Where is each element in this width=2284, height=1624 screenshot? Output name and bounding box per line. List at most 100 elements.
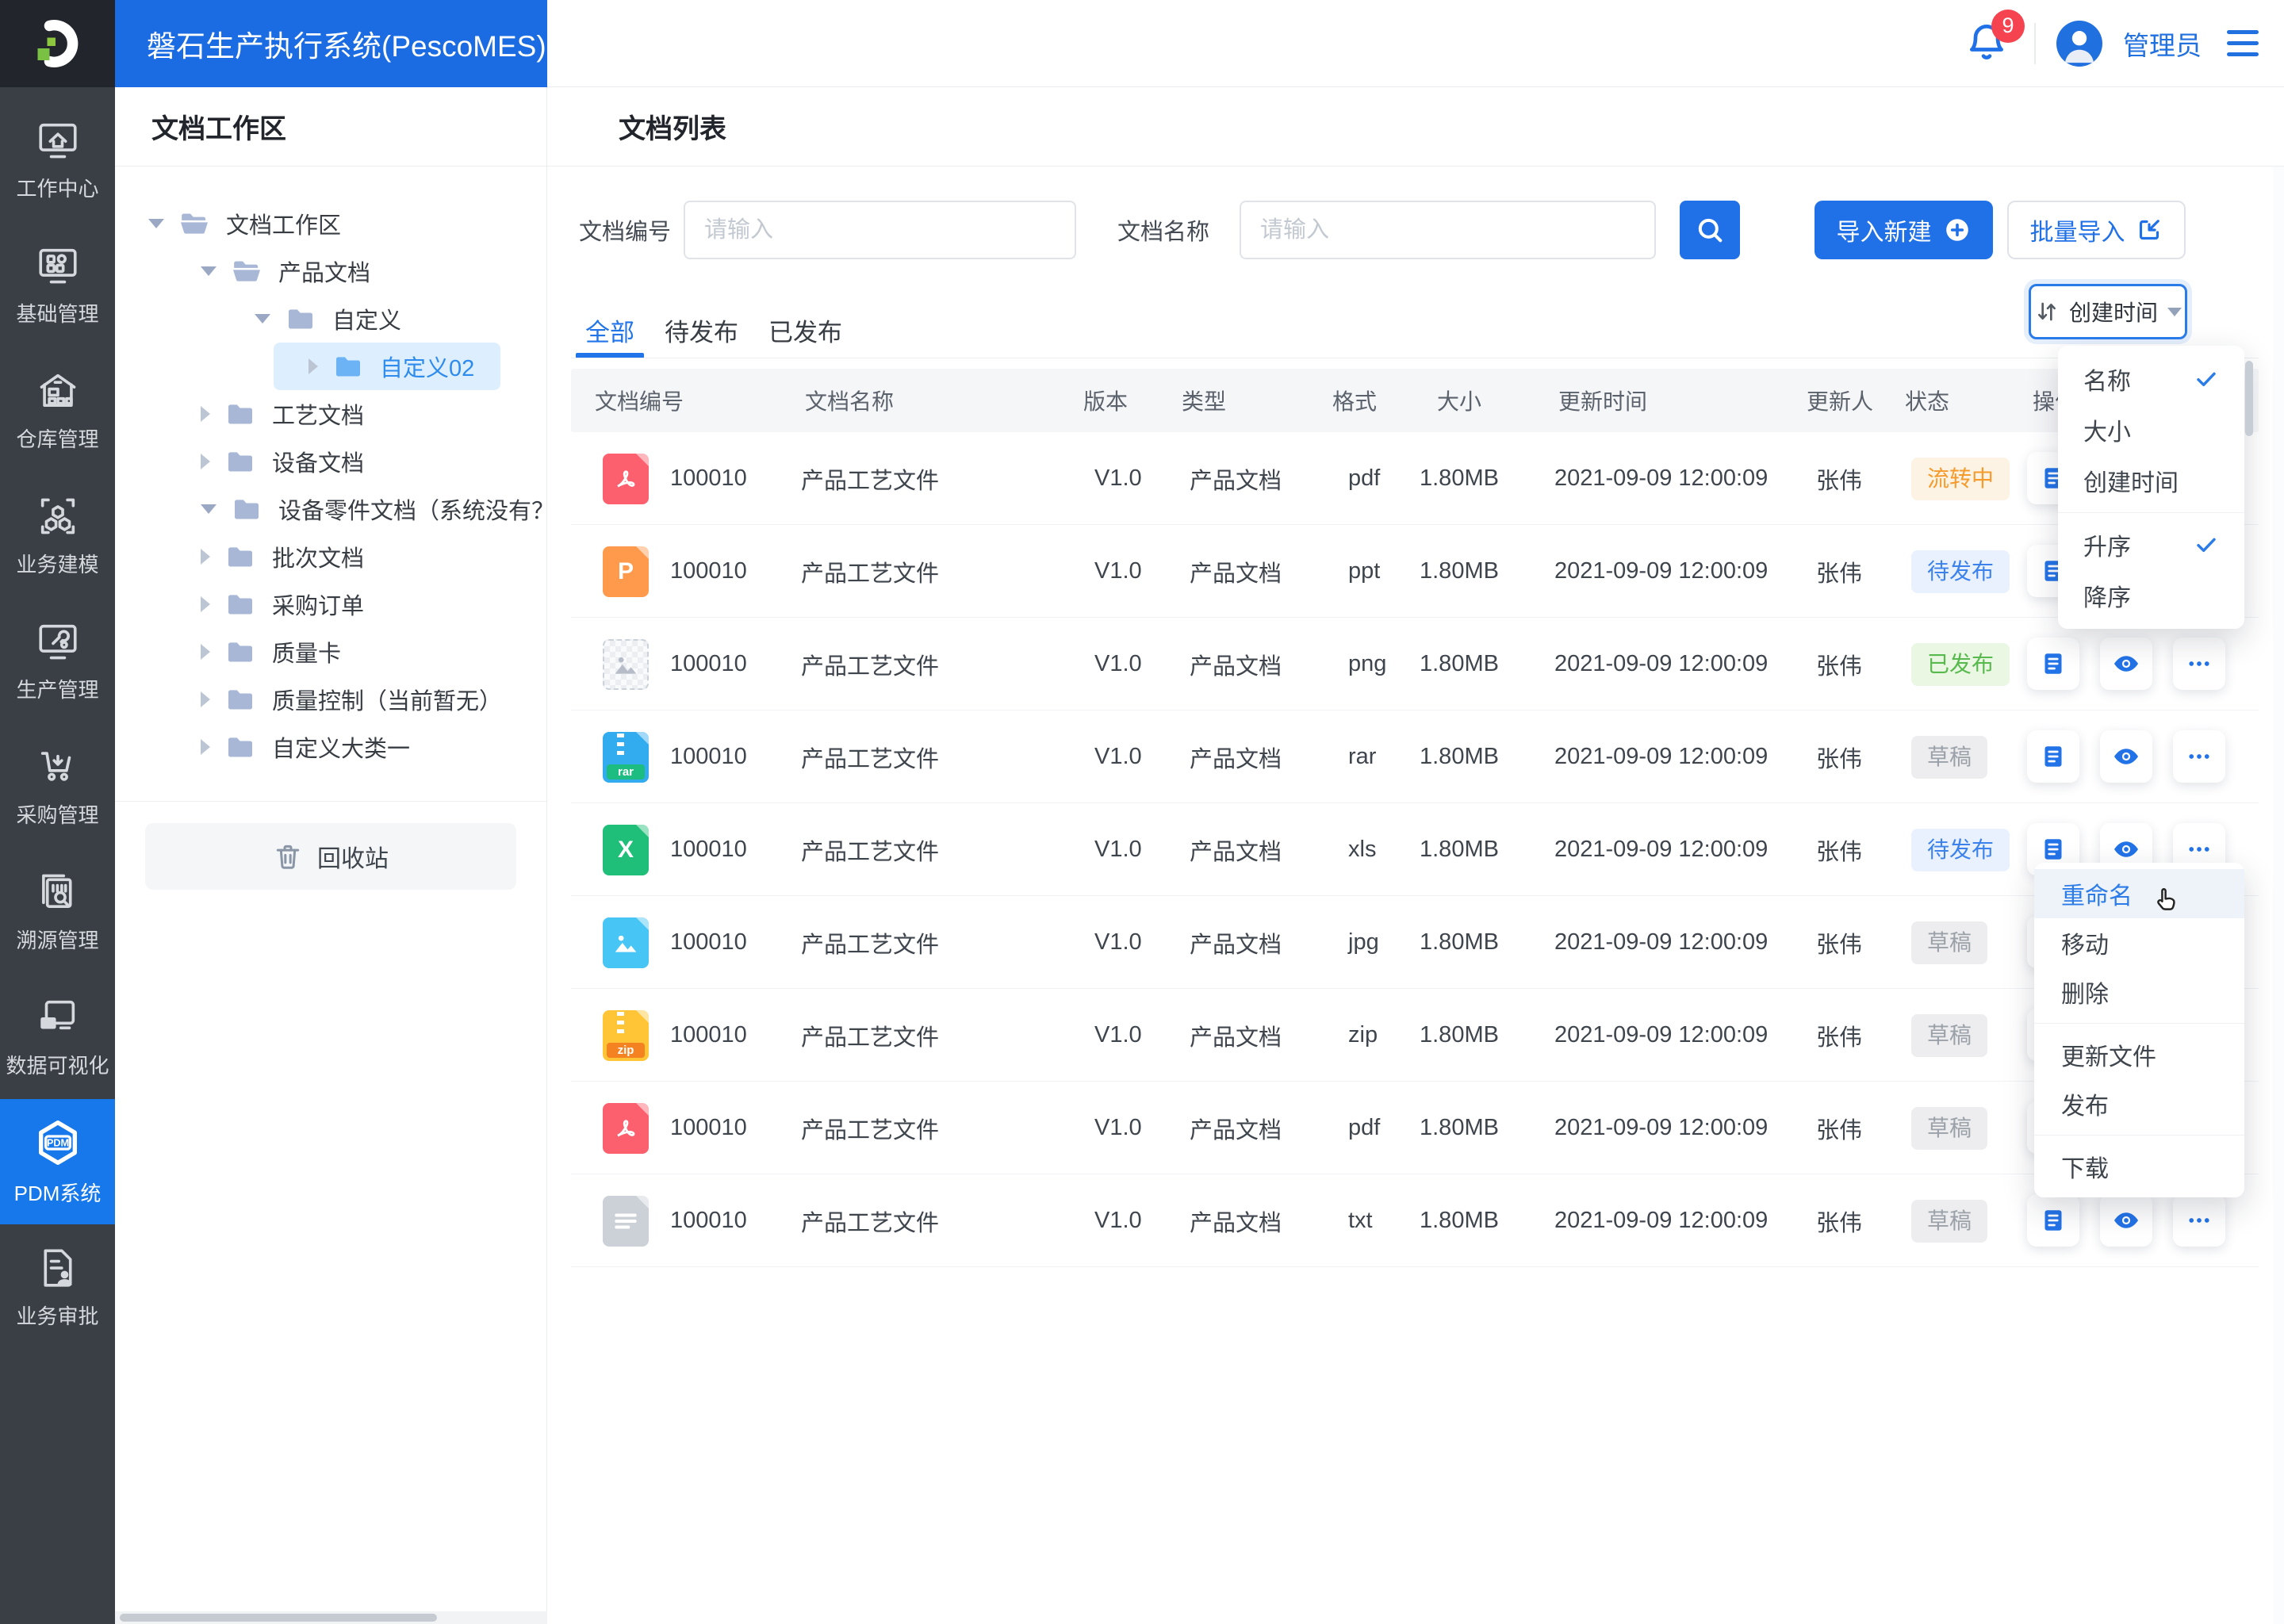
- sort-dropdown-button[interactable]: 创建时间: [2029, 284, 2187, 339]
- tree-node-custom-02-selected[interactable]: 自定义02: [115, 343, 546, 390]
- rail-item-modeling[interactable]: 业务建模: [0, 473, 115, 598]
- search-button[interactable]: [1680, 201, 1741, 259]
- preview-button[interactable]: [2100, 730, 2152, 783]
- context-menu-item[interactable]: 删除: [2034, 967, 2244, 1017]
- menu-button[interactable]: [2222, 25, 2263, 61]
- username[interactable]: 管理员: [2123, 25, 2202, 63]
- recycle-bin-button[interactable]: 回收站: [145, 823, 516, 890]
- detail-button[interactable]: [2027, 730, 2079, 783]
- caret-right-icon[interactable]: [201, 406, 210, 422]
- sort-option[interactable]: 名称: [2058, 354, 2244, 404]
- tree-node-quality-card[interactable]: 质量卡: [115, 628, 546, 676]
- tree-node-label: 文档工作区: [226, 213, 342, 239]
- rail-item-production[interactable]: 生产管理: [0, 598, 115, 723]
- file-type-icon: [603, 1174, 649, 1267]
- tree-node-batch-docs[interactable]: 批次文档: [115, 533, 546, 580]
- scrollbar-thumb[interactable]: [120, 1614, 437, 1622]
- caret-down-icon[interactable]: [148, 219, 164, 228]
- batch-import-icon: [2139, 220, 2159, 240]
- more-actions-button[interactable]: [2173, 730, 2225, 783]
- tree-node-workspace[interactable]: 文档工作区: [115, 200, 546, 247]
- file-type-icon: zip: [603, 989, 649, 1082]
- caret-right-icon[interactable]: [201, 549, 210, 565]
- caret-right-icon[interactable]: [201, 739, 210, 755]
- tree-node-custom[interactable]: 自定义: [115, 295, 546, 343]
- caret-right-icon[interactable]: [201, 454, 210, 469]
- tree-node-label: 设备文档: [272, 451, 365, 477]
- context-menu-item[interactable]: 下载: [2034, 1142, 2244, 1191]
- tab-published[interactable]: 已发布: [762, 301, 849, 358]
- rail-item-pdm[interactable]: PDM PDM系统: [0, 1099, 115, 1224]
- tree-node-equipment-docs[interactable]: 设备文档: [115, 438, 546, 485]
- sort-option[interactable]: 升序: [2058, 519, 2244, 570]
- cell-type: 产品文档: [1190, 932, 1282, 958]
- table-row[interactable]: P 100010 产品工艺文件 V1.0 产品文档 ppt 1.80MB 2021-09-09…: [571, 525, 2259, 618]
- cell-version: V1.0: [1094, 651, 1142, 676]
- rail-item-trace[interactable]: 溯源管理: [0, 848, 115, 974]
- detail-button[interactable]: [2027, 1194, 2079, 1247]
- detail-button[interactable]: [2027, 638, 2079, 690]
- context-menu-item[interactable]: 重命名: [2034, 869, 2244, 918]
- caret-right-icon[interactable]: [201, 596, 210, 612]
- avatar[interactable]: [2056, 20, 2102, 67]
- tree-node-quality-control[interactable]: 质量控制（当前暂无）: [115, 676, 546, 723]
- more-actions-button[interactable]: [2173, 638, 2225, 690]
- doc-name-input[interactable]: [1240, 201, 1657, 259]
- context-menu-item[interactable]: 更新文件: [2034, 1030, 2244, 1079]
- cell-status: 草稿: [1911, 896, 1988, 989]
- context-menu-item[interactable]: 发布: [2034, 1079, 2244, 1128]
- tree-node-process-docs[interactable]: 工艺文档: [115, 390, 546, 438]
- table-row[interactable]: rar 100010 产品工艺文件 V1.0 产品文档 rar 1.80MB 2021-09-…: [571, 710, 2259, 803]
- sort-option[interactable]: 大小: [2058, 404, 2244, 455]
- rail-item-warehouse[interactable]: 仓库管理: [0, 347, 115, 473]
- vertical-scrollbar-thumb[interactable]: [2245, 361, 2253, 436]
- rail-item-workcenter[interactable]: 工作中心: [0, 97, 115, 222]
- batch-import-button[interactable]: 批量导入: [2007, 201, 2186, 259]
- table-row[interactable]: 100010 产品工艺文件 V1.0 产品文档 pdf 1.80MB 2021-09-09 …: [571, 432, 2259, 525]
- table-row[interactable]: 100010 产品工艺文件 V1.0 产品文档 pdf 1.80MB 2021-09-09 …: [571, 1082, 2259, 1174]
- doc-number-input[interactable]: [684, 201, 1077, 259]
- more-actions-button[interactable]: [2173, 1194, 2225, 1247]
- sort-option-label: 创建时间: [2083, 470, 2179, 496]
- menu-divider: [2034, 1135, 2244, 1136]
- check-icon: [2197, 538, 2216, 553]
- cell-version: V1.0: [1094, 1208, 1142, 1233]
- table-row[interactable]: 100010 产品工艺文件 V1.0 产品文档 png 1.80MB 2021-09-09 …: [571, 618, 2259, 710]
- sort-option[interactable]: 降序: [2058, 570, 2244, 621]
- table-row[interactable]: zip 100010 产品工艺文件 V1.0 产品文档 zip 1.80MB 2021-09-…: [571, 989, 2259, 1082]
- tree-node-custom-category-one[interactable]: 自定义大类一: [115, 723, 546, 771]
- tree-horizontal-scrollbar[interactable]: [115, 1611, 547, 1624]
- table-row[interactable]: 100010 产品工艺文件 V1.0 产品文档 txt 1.80MB 2021-09-09 …: [571, 1174, 2259, 1267]
- caret-right-icon[interactable]: [201, 691, 210, 707]
- tree-node-equipment-parts-docs[interactable]: 设备零件文档（系统没有？）: [115, 485, 546, 533]
- tree-node-purchase-orders[interactable]: 采购订单: [115, 580, 546, 628]
- document-detail-icon: [2044, 1210, 2062, 1231]
- user-icon: [2064, 30, 2094, 63]
- table-row[interactable]: X 100010 产品工艺文件 V1.0 产品文档 xls 1.80MB 2021-09-09…: [571, 803, 2259, 896]
- context-menu-item[interactable]: 移动: [2034, 918, 2244, 967]
- rail-item-data-visual[interactable]: 数据可视化: [0, 974, 115, 1099]
- tab-pending[interactable]: 待发布: [658, 301, 745, 358]
- caret-right-icon[interactable]: [308, 358, 318, 374]
- rail-item-purchase[interactable]: 采购管理: [0, 723, 115, 848]
- import-new-button[interactable]: 导入新建: [1815, 201, 1993, 259]
- rail-item-base-admin[interactable]: 基础管理: [0, 222, 115, 347]
- tree-node-label: 工艺文档: [272, 404, 365, 429]
- sort-option[interactable]: 创建时间: [2058, 455, 2244, 506]
- cell-format: pdf: [1348, 1115, 1381, 1140]
- table-row[interactable]: 100010 产品工艺文件 V1.0 产品文档 jpg 1.80MB 2021-09-09 …: [571, 896, 2259, 989]
- cell-doc-number: 100010: [670, 558, 747, 584]
- file-type-icon: X: [603, 803, 649, 896]
- preview-button[interactable]: [2100, 638, 2152, 690]
- tab-all[interactable]: 全部: [576, 301, 644, 358]
- folder-icon: [231, 493, 263, 525]
- caret-right-icon[interactable]: [201, 644, 210, 660]
- status-badge: 待发布: [1911, 550, 2010, 593]
- caret-down-icon[interactable]: [201, 504, 217, 514]
- tree-node-product-docs[interactable]: 产品文档: [115, 247, 546, 295]
- rail-item-approval[interactable]: 业务审批: [0, 1224, 115, 1350]
- caret-down-icon[interactable]: [255, 314, 270, 324]
- preview-button[interactable]: [2100, 1194, 2152, 1247]
- caret-down-icon[interactable]: [201, 266, 217, 276]
- notifications-button[interactable]: 9: [1964, 9, 2025, 68]
